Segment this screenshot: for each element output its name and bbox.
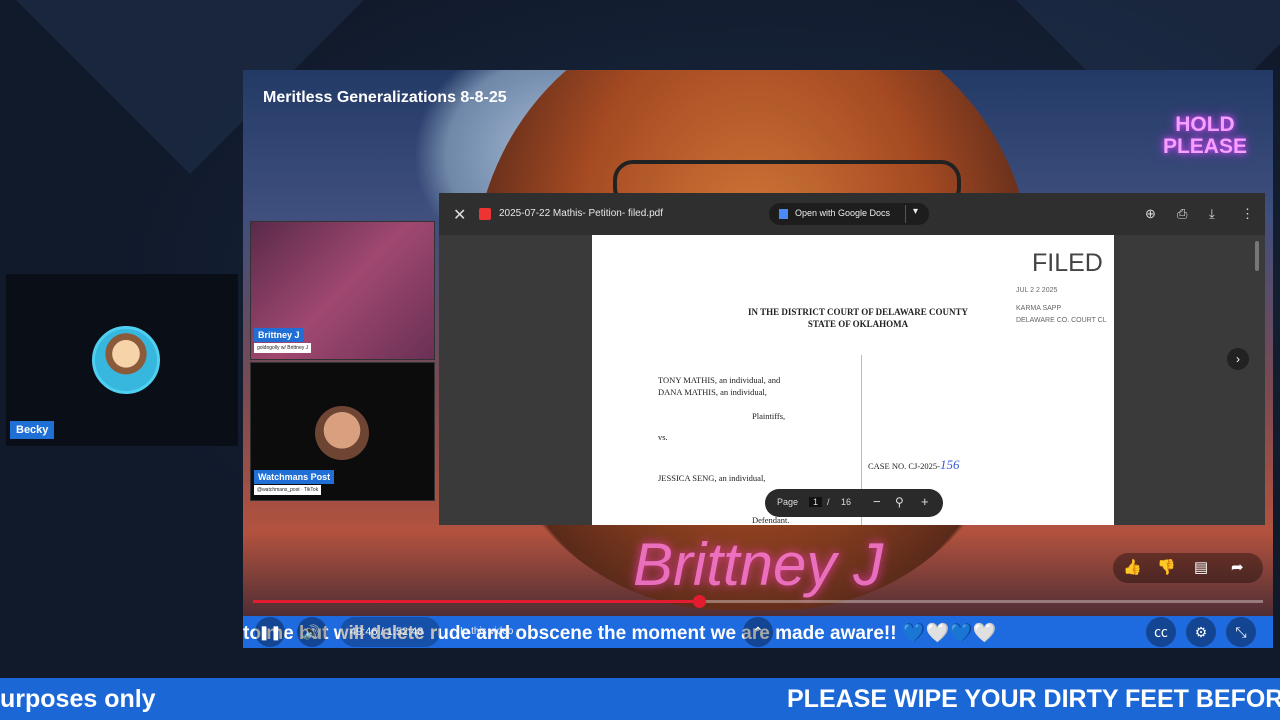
comment-icon[interactable]: ▤: [1194, 558, 1208, 576]
plaintiff-line: DANA MATHIS, an individual,: [658, 387, 767, 397]
defendant-line: JESSICA SENG, an individual,: [658, 473, 766, 483]
time-text: 49:46 / 1:52:48: [350, 626, 424, 638]
please-line: PLEASE: [1162, 135, 1247, 158]
close-icon[interactable]: ✕: [453, 205, 466, 225]
cam-subtitle: goldngolly w/ Brittney J: [254, 343, 312, 353]
pdf-page: FILED JUL 2 2 2025 KARMA SAPP DELAWARE C…: [592, 235, 1114, 525]
stamp-date: JUL 2 2 2025: [1016, 287, 1058, 294]
pdf-toolbar: ✕ 2025-07-22 Mathis- Petition- filed.pdf…: [439, 193, 1265, 235]
pause-button[interactable]: ❚❚: [255, 617, 285, 647]
filed-stamp: FILED: [1032, 249, 1103, 277]
case-number: CASE NO. CJ-2025-156: [868, 457, 960, 473]
cam-subtitle: @watchmans_post · TikTok: [254, 485, 322, 495]
exit-fullscreen-icon[interactable]: ⤡: [1226, 617, 1256, 647]
page-separator: /: [827, 497, 830, 507]
bottom-banner: urposes only PLEASE WIPE YOUR DIRTY FEET…: [0, 678, 1280, 720]
video-player[interactable]: Brittney J Meritless Generalizations 8-8…: [243, 70, 1273, 648]
divider: [905, 205, 906, 223]
participant-name: Becky: [10, 421, 55, 439]
case-number-handwritten: 156: [940, 457, 960, 472]
page-navigator: Page 1 / 16 − ⚲ +: [765, 489, 943, 517]
next-page-button[interactable]: ›: [1227, 348, 1249, 370]
action-bar: 👍 👎 ▤ ➦: [1113, 553, 1263, 583]
video-title[interactable]: Meritless Generalizations 8-8-25: [263, 89, 507, 107]
court-state: STATE OF OKLAHOMA: [807, 319, 909, 329]
chevron-down-icon[interactable]: ▾: [913, 206, 918, 217]
add-to-drive-icon[interactable]: ⊕: [1145, 206, 1156, 222]
pdf-viewer: ✕ 2025-07-22 Mathis- Petition- filed.pdf…: [439, 193, 1265, 525]
cam-name: Watchmans Post: [254, 470, 335, 484]
pdf-filename: 2025-07-22 Mathis- Petition- filed.pdf: [499, 208, 663, 219]
in-this-video-label: In this video ›: [460, 626, 520, 637]
like-icon[interactable]: 👍: [1123, 558, 1142, 576]
hold-please-sign: HOLD PLEASE: [1163, 114, 1247, 158]
zoom-icon[interactable]: ⚲: [895, 495, 904, 509]
more-options-icon[interactable]: ⋮: [1241, 206, 1254, 222]
neon-sign: Brittney J: [633, 531, 884, 598]
volume-icon[interactable]: 🔊: [297, 617, 327, 647]
dislike-icon[interactable]: 👎: [1157, 558, 1176, 576]
banner-left-text: urposes only: [0, 685, 156, 713]
case-number-label: CASE NO. CJ-2025-: [868, 461, 941, 471]
cam-face: [315, 406, 369, 460]
open-with-label: Open with Google Docs: [795, 208, 891, 218]
time-display: 49:46 / 1:52:48: [340, 617, 440, 647]
participant-tile-becky[interactable]: Becky: [6, 274, 238, 446]
pdf-scrollbar[interactable]: [1255, 241, 1259, 271]
open-with-google-docs-button[interactable]: Open with Google Docs ▾: [769, 203, 929, 225]
page-total: 16: [841, 497, 852, 507]
cam-name: Brittney J: [254, 328, 304, 342]
settings-icon[interactable]: ⚙: [1186, 617, 1216, 647]
progress-fill: [253, 600, 700, 603]
cam-tile-watchmans: Watchmans Post @watchmans_post · TikTok: [250, 362, 435, 501]
vs-label: vs.: [658, 432, 668, 442]
captions-icon[interactable]: ㏄: [1146, 617, 1176, 647]
progress-bar[interactable]: [253, 595, 1263, 608]
court-heading: IN THE DISTRICT COURT OF DELAWARE COUNTY: [748, 307, 968, 317]
zoom-in-icon[interactable]: +: [921, 494, 929, 509]
cam-tile-brittney: Brittney J goldngolly w/ Brittney J: [250, 221, 435, 360]
plaintiff-line: TONY MATHIS, an individual, and: [658, 375, 781, 385]
banner-right-text: PLEASE WIPE YOUR DIRTY FEET BEFOR: [787, 685, 1280, 713]
plaintiffs-label: Plaintiffs,: [752, 411, 786, 421]
chevron-up-icon[interactable]: ⌃: [743, 617, 773, 647]
in-this-video-text: In this video: [460, 626, 514, 637]
page-number-input[interactable]: 1: [809, 497, 823, 507]
avatar: [92, 326, 160, 394]
zoom-out-icon[interactable]: −: [873, 494, 881, 509]
page-label: Page: [777, 497, 799, 507]
hold-line: HOLD: [1175, 113, 1235, 136]
in-this-video-button[interactable]: In this video ›: [448, 617, 543, 647]
google-docs-icon: [779, 209, 788, 219]
share-icon[interactable]: ➦: [1231, 558, 1244, 576]
print-icon[interactable]: ⎙: [1177, 206, 1187, 222]
pdf-file-icon: [479, 208, 491, 220]
download-icon[interactable]: ⤓: [1209, 206, 1215, 222]
